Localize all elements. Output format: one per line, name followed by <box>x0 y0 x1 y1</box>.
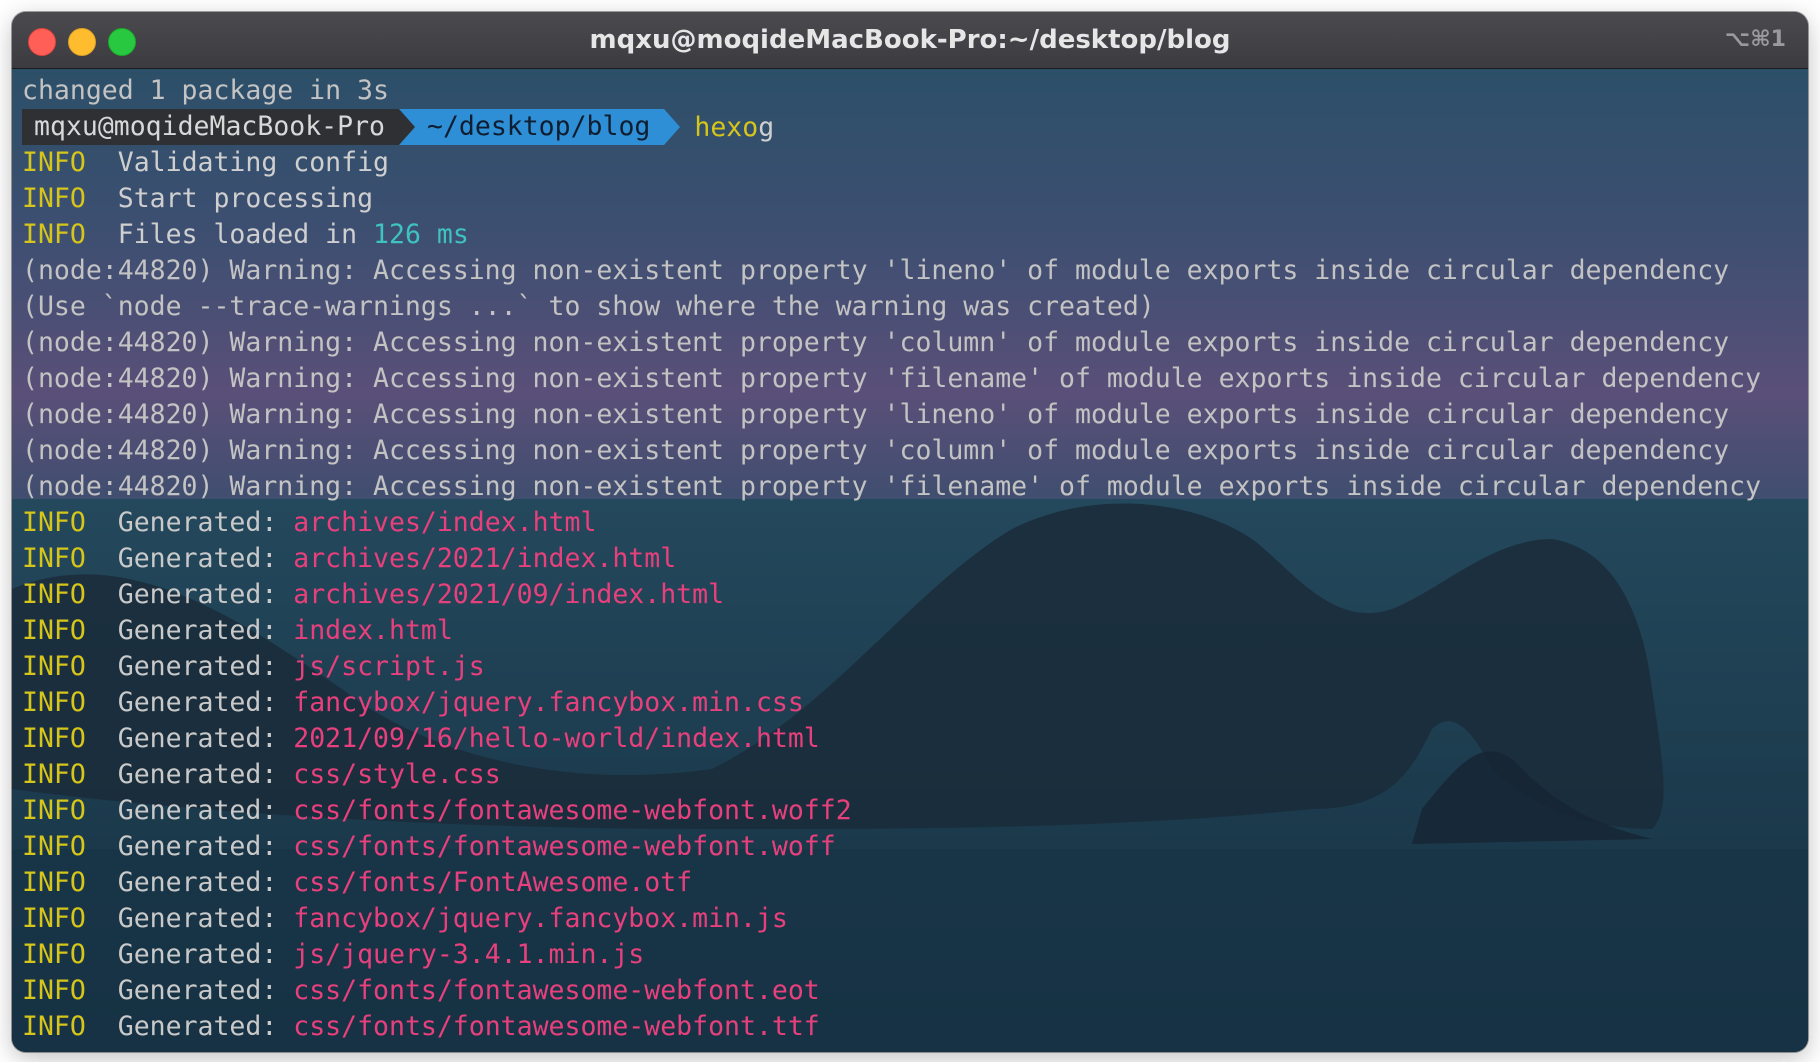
info-line: INFO Validating config <box>22 145 1808 181</box>
generated-file: css/fonts/fontawesome-webfont.ttf <box>293 1011 820 1042</box>
warning-line: (node:44820) Warning: Accessing non-exis… <box>22 471 1762 502</box>
generated-label: Generated: <box>117 507 278 538</box>
generated-line: INFO Generated: css/fonts/FontAwesome.ot… <box>22 865 1808 901</box>
info-message: Validating config <box>117 147 389 178</box>
generated-label: Generated: <box>117 651 278 682</box>
output-line: changed 1 package in 3s <box>22 75 389 106</box>
generated-line: INFO Generated: 2021/09/16/hello-world/i… <box>22 721 1808 757</box>
info-tag: INFO <box>22 1011 86 1042</box>
generated-line: INFO Generated: css/fonts/fontawesome-we… <box>22 1009 1808 1045</box>
info-tag: INFO <box>22 507 86 538</box>
generated-line: INFO Generated: fancybox/jquery.fancybox… <box>22 901 1808 937</box>
warning-line: (node:44820) Warning: Accessing non-exis… <box>22 327 1730 358</box>
info-tag: INFO <box>22 687 86 718</box>
generated-line: INFO Generated: archives/2021/09/index.h… <box>22 577 1808 613</box>
generated-file: 2021/09/16/hello-world/index.html <box>293 723 820 754</box>
generated-file: archives/index.html <box>293 507 597 538</box>
shell-prompt: mqxu@moqideMacBook-Pro ~/desktop/blog he… <box>22 109 1808 145</box>
generated-label: Generated: <box>117 867 278 898</box>
prompt-user-host: mqxu@moqideMacBook-Pro <box>22 109 415 145</box>
prompt-argument: g <box>758 112 774 143</box>
info-line: INFO Start processing <box>22 181 1808 217</box>
info-tag: INFO <box>22 723 86 754</box>
warning-line: (node:44820) Warning: Accessing non-exis… <box>22 255 1730 286</box>
generated-file: fancybox/jquery.fancybox.min.js <box>293 903 788 934</box>
terminal-output[interactable]: changed 1 package in 3s mqxu@moqideMacBo… <box>12 69 1808 1052</box>
generated-file: css/fonts/fontawesome-webfont.woff2 <box>293 795 852 826</box>
info-tag: INFO <box>22 831 86 862</box>
generated-file: js/jquery-3.4.1.min.js <box>293 939 645 970</box>
generated-label: Generated: <box>117 1011 278 1042</box>
info-tag: INFO <box>22 939 86 970</box>
info-tag: INFO <box>22 183 86 214</box>
info-tag: INFO <box>22 651 86 682</box>
window-shortcut-label: ⌥⌘1 <box>1724 27 1786 52</box>
info-tag: INFO <box>22 795 86 826</box>
generated-file: css/fonts/FontAwesome.otf <box>293 867 693 898</box>
info-message: Start processing <box>117 183 374 214</box>
info-tag: INFO <box>22 759 86 790</box>
info-tag: INFO <box>22 579 86 610</box>
generated-line: INFO Generated: js/script.js <box>22 649 1808 685</box>
title-bar: mqxu@moqideMacBook-Pro:~/desktop/blog ⌥⌘… <box>12 12 1808 69</box>
generated-line: INFO Generated: index.html <box>22 613 1808 649</box>
generated-file: css/fonts/fontawesome-webfont.eot <box>293 975 820 1006</box>
generated-file: archives/2021/index.html <box>293 543 677 574</box>
generated-line: INFO Generated: archives/2021/index.html <box>22 541 1808 577</box>
generated-label: Generated: <box>117 975 278 1006</box>
warning-line: (node:44820) Warning: Accessing non-exis… <box>22 363 1762 394</box>
generated-file: archives/2021/09/index.html <box>293 579 725 610</box>
generated-label: Generated: <box>117 759 278 790</box>
generated-line: INFO Generated: archives/index.html <box>22 505 1808 541</box>
info-tag: INFO <box>22 147 86 178</box>
info-message: Files loaded in <box>117 219 358 250</box>
warning-line: (Use `node --trace-warnings ...` to show… <box>22 291 1155 322</box>
generated-file: index.html <box>293 615 453 646</box>
info-tag: INFO <box>22 975 86 1006</box>
generated-label: Generated: <box>117 795 278 826</box>
info-tag: INFO <box>22 543 86 574</box>
generated-line: INFO Generated: css/fonts/fontawesome-we… <box>22 973 1808 1009</box>
generated-label: Generated: <box>117 831 278 862</box>
generated-label: Generated: <box>117 687 278 718</box>
prompt-argument-text: g <box>758 111 775 143</box>
prompt-command: hexo <box>694 111 759 143</box>
load-time-value: 126 ms <box>373 219 469 250</box>
info-tag: INFO <box>22 867 86 898</box>
warning-line: (node:44820) Warning: Accessing non-exis… <box>22 399 1730 430</box>
generated-line: INFO Generated: css/fonts/fontawesome-we… <box>22 829 1808 865</box>
info-tag: INFO <box>22 219 86 250</box>
window-title: mqxu@moqideMacBook-Pro:~/desktop/blog <box>589 25 1231 55</box>
warning-line: (node:44820) Warning: Accessing non-exis… <box>22 435 1730 466</box>
generated-label: Generated: <box>117 543 278 574</box>
generated-line: INFO Generated: css/fonts/fontawesome-we… <box>22 793 1808 829</box>
generated-file: fancybox/jquery.fancybox.min.css <box>293 687 804 718</box>
generated-file: css/fonts/fontawesome-webfont.woff <box>293 831 836 862</box>
generated-line: INFO Generated: css/style.css <box>22 757 1808 793</box>
terminal-window: mqxu@moqideMacBook-Pro:~/desktop/blog ⌥⌘… <box>12 12 1808 1052</box>
generated-line: INFO Generated: js/jquery-3.4.1.min.js <box>22 937 1808 973</box>
generated-label: Generated: <box>117 579 278 610</box>
info-line: INFO Files loaded in 126 ms <box>22 217 1808 253</box>
info-tag: INFO <box>22 903 86 934</box>
generated-file: css/style.css <box>293 759 501 790</box>
generated-label: Generated: <box>117 723 278 754</box>
prompt-path: ~/desktop/blog <box>399 109 681 145</box>
generated-label: Generated: <box>117 615 278 646</box>
generated-label: Generated: <box>117 939 278 970</box>
info-tag: INFO <box>22 615 86 646</box>
generated-label: Generated: <box>117 903 278 934</box>
generated-file: js/script.js <box>293 651 485 682</box>
generated-line: INFO Generated: fancybox/jquery.fancybox… <box>22 685 1808 721</box>
